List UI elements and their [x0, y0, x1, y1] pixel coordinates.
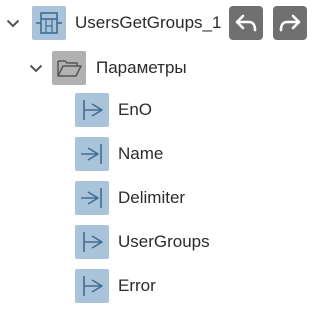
param-label: Error — [118, 276, 156, 295]
chevron-down-icon[interactable] — [6, 18, 20, 28]
back-button[interactable] — [229, 6, 263, 40]
input-pin-icon — [75, 137, 109, 171]
root-node-label: UsersGetGroups_1 — [75, 13, 222, 32]
param-label: Name — [118, 144, 164, 163]
parameters-group-label: Параметры — [96, 58, 187, 77]
function-block-icon — [32, 6, 66, 40]
param-label: UserGroups — [118, 232, 210, 251]
undo-arrow-icon — [235, 14, 257, 32]
output-pin-icon — [75, 93, 109, 127]
output-pin-icon — [75, 225, 109, 259]
object-tree: UsersGetGroups_1 Параметры EnO Name Deli… — [0, 0, 315, 309]
input-pin-icon — [75, 181, 109, 215]
param-label: Delimiter — [118, 188, 186, 207]
output-pin-icon — [75, 269, 109, 303]
param-label: EnO — [118, 100, 153, 119]
redo-arrow-icon — [279, 14, 301, 32]
folder-open-icon — [52, 51, 86, 85]
chevron-down-icon[interactable] — [29, 63, 43, 73]
forward-button[interactable] — [273, 6, 307, 40]
